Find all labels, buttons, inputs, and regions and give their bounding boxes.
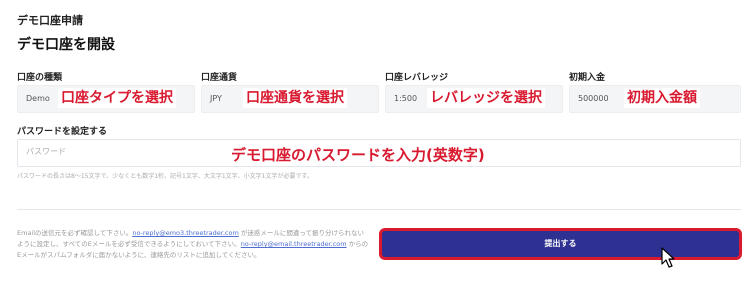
page-title: デモ口座を開設 [17,37,115,53]
deposit-value: 500000 [578,94,609,103]
account-type-value: Demo [26,94,50,103]
leverage-label: 口座レバレッジ [385,73,449,83]
submit-button[interactable]: 提出する [379,228,742,260]
breadcrumb: デモ口座申請 [17,14,83,27]
notice-link-2[interactable]: no-reply@email.threetrader.com [241,240,347,248]
notice-text-1: Emailの送信元を必ず確認して下さい。 [17,229,133,237]
notice-link-1[interactable]: no-reply@emo3.threetrader.com [132,229,238,237]
account-type-label: 口座の種類 [17,73,63,83]
annotation-leverage: レバレッジを選択 [427,88,545,108]
mouse-cursor-icon [661,247,675,268]
annotation-password: デモ口座のパスワードを入力(英数字) [228,145,488,165]
divider [17,209,741,210]
email-notice: Emailの送信元を必ず確認して下さい。no-reply@emo3.threet… [17,228,369,261]
annotation-account-type: 口座タイプを選択 [58,88,176,108]
password-input[interactable] [26,147,226,156]
password-label: パスワードを設定する [17,127,108,137]
annotation-deposit: 初期入金額 [624,88,700,108]
deposit-label: 初期入金 [569,73,606,83]
currency-label: 口座通貨 [201,73,238,83]
leverage-value: 1:500 [394,94,418,103]
currency-value: JPY [210,94,222,103]
annotation-currency: 口座通貨を選択 [243,88,347,108]
password-hint: パスワードの長さは8〜15文字で、少なくとも数字1桁、記号1文字、大文字1文字、… [17,173,313,180]
